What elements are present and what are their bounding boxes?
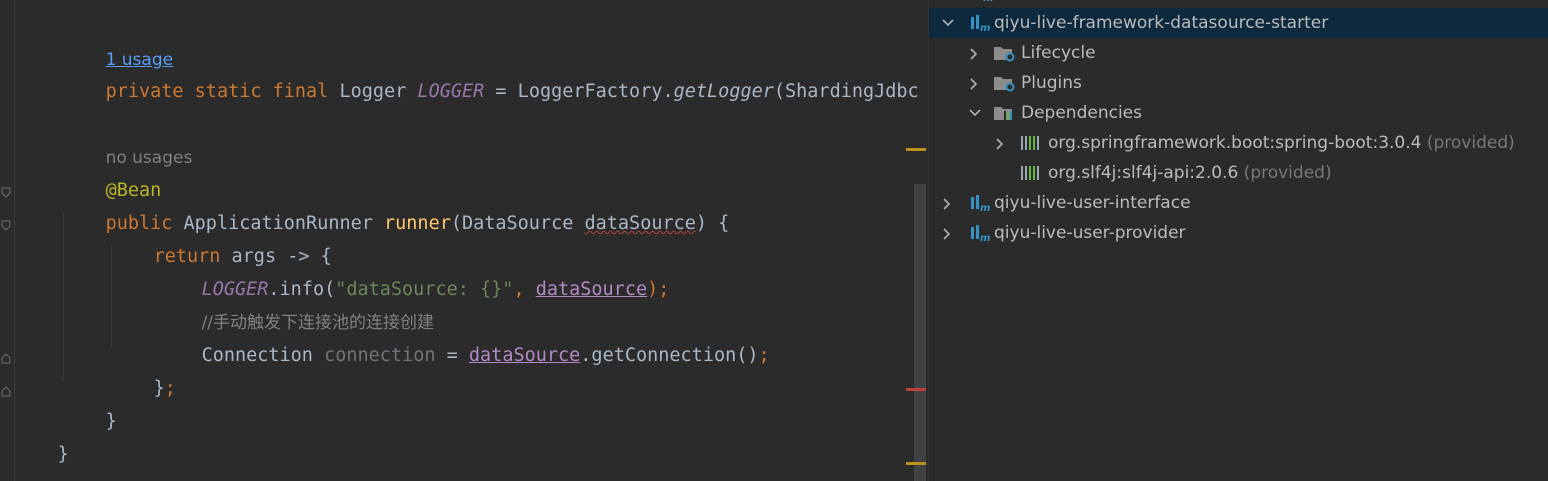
code-text: } xyxy=(105,411,117,432)
warning-stripe-marker[interactable] xyxy=(906,148,926,151)
maven-module-icon: m xyxy=(969,13,991,34)
code-line-method-signature[interactable]: public ApplicationRunner runner(DataSour… xyxy=(61,179,730,234)
code-line-annotation[interactable]: @Bean xyxy=(61,146,162,201)
chevron-right-icon[interactable] xyxy=(992,128,1008,158)
svg-text:m: m xyxy=(980,233,990,243)
code-text: = xyxy=(435,345,469,366)
code-text: ; xyxy=(164,378,176,399)
code-line-close-lambda[interactable]: }; xyxy=(109,344,176,399)
code-editor[interactable]: 1 usage private static final Logger LOGG… xyxy=(0,0,928,481)
code-text: ; xyxy=(758,345,770,366)
code-text: (ShardingJdbc xyxy=(773,81,919,102)
svg-text:m: m xyxy=(980,23,990,33)
tree-row-label: qiyu-live-user-interface xyxy=(994,193,1191,213)
code-text: (DataSource xyxy=(450,213,585,234)
field-name: LOGGER xyxy=(417,81,485,102)
maven-module-icon: m xyxy=(972,0,994,4)
tree-row-label: Dependencies xyxy=(1021,103,1142,123)
tree-row-label: qiyu-live-framework-datasource-starter xyxy=(994,13,1329,33)
dependency-coordinates: org.slf4j:slf4j-api:2.0.6 xyxy=(1048,163,1239,183)
tree-row-label: qiyu-live-user-provider xyxy=(994,223,1186,243)
tree-row-dependencies[interactable]: Dependencies xyxy=(929,98,1548,128)
library-icon xyxy=(1019,133,1041,153)
fold-marker-method[interactable] xyxy=(1,187,11,199)
editor-scrollbar-thumb[interactable] xyxy=(914,184,926,481)
chevron-down-icon[interactable] xyxy=(939,8,955,38)
code-text: ); xyxy=(647,279,670,300)
tree-row-clipped[interactable]: m xyxy=(929,0,1548,8)
tree-row-user-provider[interactable]: m qiyu-live-user-provider xyxy=(929,218,1548,248)
chevron-right-icon[interactable] xyxy=(939,218,955,248)
chevron-down-icon[interactable] xyxy=(966,98,982,128)
dependency-scope: (provided) xyxy=(1238,163,1332,183)
code-line-return[interactable]: return args -> { xyxy=(109,212,332,267)
type: Connection xyxy=(201,345,325,366)
editor-gutter xyxy=(0,0,15,481)
folder-gear-icon xyxy=(993,43,1015,63)
maven-module-icon: m xyxy=(969,193,991,214)
tree-row-spring-boot-dependency[interactable]: org.springframework.boot:spring-boot:3.0… xyxy=(929,128,1548,158)
code-text: , xyxy=(513,279,536,300)
type: Logger xyxy=(339,81,418,102)
code-line-close-method[interactable]: } xyxy=(61,377,117,432)
code-text: } xyxy=(153,378,165,399)
folder-library-icon xyxy=(993,103,1015,123)
maven-tool-window: m m qiyu-live-framework-datasource-start… xyxy=(928,0,1548,481)
tree-row-slf4j-dependency[interactable]: org.slf4j:slf4j-api:2.0.6 (provided) xyxy=(929,158,1548,188)
unused-variable: connection xyxy=(324,345,436,366)
folder-gear-icon xyxy=(993,73,1015,93)
tree-row-lifecycle[interactable]: Lifecycle xyxy=(929,38,1548,68)
tree-row-datasource-starter[interactable]: m qiyu-live-framework-datasource-starter xyxy=(929,8,1548,38)
fold-marker-lambda-end[interactable] xyxy=(1,352,11,364)
tree-row-label: Lifecycle xyxy=(1021,43,1096,63)
tree-row-text: org.slf4j:slf4j-api:2.0.6 (provided) xyxy=(1048,158,1332,188)
code-line-connection[interactable]: Connection connection = dataSource.getCo… xyxy=(157,311,770,366)
fold-marker-method-end[interactable] xyxy=(1,385,11,397)
warning-stripe-marker[interactable] xyxy=(906,462,926,465)
code-line-hint-no-usages: no usages xyxy=(61,113,193,168)
dependency-scope: (provided) xyxy=(1421,133,1515,153)
chevron-right-icon[interactable] xyxy=(939,188,955,218)
chevron-right-icon[interactable] xyxy=(966,38,982,68)
code-line-hint-usage: 1 usage xyxy=(61,15,174,70)
code-text: } xyxy=(57,444,69,465)
fold-marker-lambda[interactable] xyxy=(1,220,11,232)
library-icon xyxy=(1019,163,1041,183)
tree-row-user-interface[interactable]: m qiyu-live-user-interface xyxy=(929,188,1548,218)
dependency-coordinates: org.springframework.boot:spring-boot:3.0… xyxy=(1048,133,1422,153)
code-line-log-info[interactable]: LOGGER.info("dataSource: {}", dataSource… xyxy=(157,245,670,300)
method-name: runner xyxy=(384,213,451,234)
code-text: ) { xyxy=(695,213,730,234)
keyword: private static final xyxy=(105,81,340,102)
captured-variable: dataSource xyxy=(468,345,581,366)
chevron-right-icon[interactable] xyxy=(966,68,982,98)
svg-text:m: m xyxy=(983,0,993,3)
parameter-name: dataSource xyxy=(584,213,696,234)
tree-row-text: org.springframework.boot:spring-boot:3.0… xyxy=(1048,128,1515,158)
code-text: .getConnection() xyxy=(580,345,759,366)
tree-row-plugins[interactable]: Plugins xyxy=(929,68,1548,98)
method-call: getLogger xyxy=(673,81,774,102)
code-text: = LoggerFactory. xyxy=(484,81,674,102)
code-line-comment[interactable]: //手动触发下连接池的连接创建 xyxy=(157,278,434,333)
maven-module-icon: m xyxy=(969,223,991,244)
code-line-close-class[interactable]: } xyxy=(13,410,69,465)
svg-text:m: m xyxy=(980,203,990,213)
captured-variable: dataSource xyxy=(535,279,648,300)
code-line-logger[interactable]: private static final Logger LOGGER = Log… xyxy=(61,47,919,102)
tree-row-label: Plugins xyxy=(1021,73,1082,93)
error-stripe-marker[interactable] xyxy=(906,388,926,391)
